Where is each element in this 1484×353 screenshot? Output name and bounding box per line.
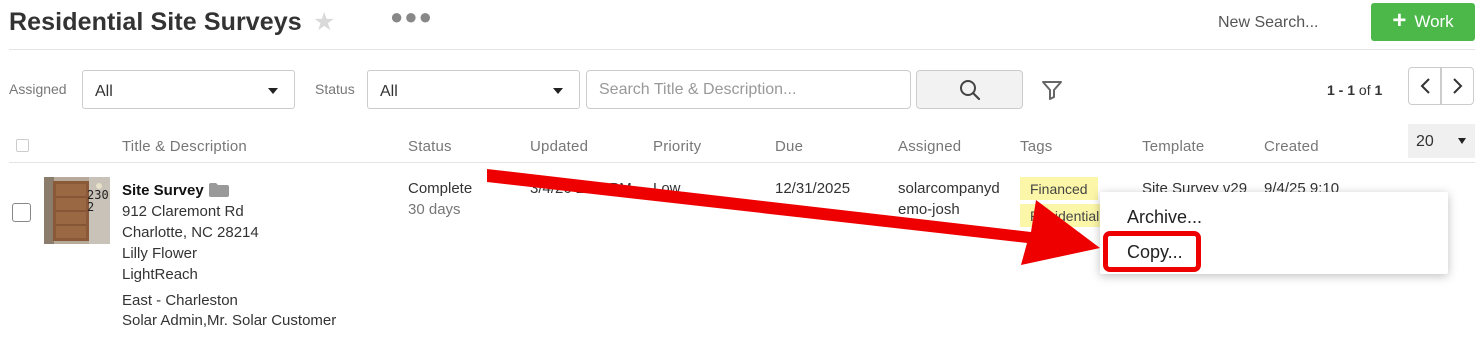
assigned-select[interactable]: All — [82, 70, 295, 109]
column-header-due[interactable]: Due — [775, 138, 803, 155]
pagination-total: 1 — [1374, 82, 1383, 98]
house-door-photo[interactable]: 2302 — [44, 177, 110, 244]
column-header-updated[interactable]: Updated — [530, 138, 588, 155]
tag-financed[interactable]: Financed — [1020, 177, 1098, 200]
assigned-label: Assigned — [9, 81, 67, 97]
select-all-checkbox[interactable] — [16, 139, 29, 152]
row-region: East - Charleston — [122, 292, 238, 309]
header-divider — [9, 49, 1475, 50]
page-title: Residential Site Surveys — [9, 8, 302, 36]
pagination-text: 1 - 1 of 1 — [1327, 82, 1382, 98]
page-size-select[interactable]: 20 — [1408, 124, 1475, 158]
row-assigned-line-2: emo-josh — [898, 201, 960, 218]
column-header-created[interactable]: Created — [1264, 138, 1319, 155]
column-header-title[interactable]: Title & Description — [122, 138, 247, 155]
row-checkbox[interactable] — [12, 203, 31, 222]
row-roles: Solar Admin,Mr. Solar Customer — [122, 312, 337, 329]
column-header-priority[interactable]: Priority — [653, 138, 701, 155]
row-contact: Lilly Flower — [122, 245, 198, 262]
row-status-age: 30 days — [408, 201, 461, 218]
column-header-tags[interactable]: Tags — [1020, 138, 1053, 155]
prev-page-button[interactable] — [1408, 67, 1441, 105]
search-button[interactable] — [916, 70, 1023, 109]
caret-down-icon — [1458, 138, 1466, 144]
pagination-of: of — [1358, 82, 1371, 98]
pagination-range: 1 - 1 — [1327, 82, 1356, 98]
row-address-line-1: 912 Claremont Rd — [122, 203, 244, 220]
folder-icon[interactable] — [209, 183, 229, 202]
add-work-button[interactable]: + Work — [1371, 3, 1475, 41]
header-divider — [9, 162, 1475, 163]
next-page-button[interactable] — [1441, 67, 1474, 105]
row-assigned-line-1: solarcompanyd — [898, 180, 1000, 197]
column-header-assigned[interactable]: Assigned — [898, 138, 961, 155]
plus-icon: + — [1392, 6, 1407, 34]
funnel-icon[interactable] — [1041, 79, 1063, 106]
new-search-link[interactable]: New Search... — [1218, 14, 1318, 32]
house-number: 2302 — [87, 188, 109, 214]
chevron-right-icon — [1452, 78, 1462, 94]
row-address-line-2: Charlotte, NC 28214 — [122, 224, 259, 241]
status-select-value: All — [380, 83, 398, 100]
caret-down-icon — [268, 88, 278, 94]
search-icon — [959, 79, 980, 100]
column-header-status[interactable]: Status — [408, 138, 452, 155]
row-title[interactable]: Site Survey — [122, 182, 204, 199]
chevron-left-icon — [1420, 78, 1430, 94]
annotation-highlight-box — [1103, 231, 1201, 272]
row-updated: 3/4/26 2:24 PM — [530, 180, 632, 197]
row-priority: Low — [653, 180, 681, 197]
column-header-template[interactable]: Template — [1142, 138, 1204, 155]
assigned-select-value: All — [95, 83, 113, 100]
star-icon[interactable]: ★ — [313, 10, 335, 35]
menu-item-archive[interactable]: Archive... — [1127, 207, 1202, 228]
row-company: LightReach — [122, 266, 198, 283]
status-label: Status — [315, 81, 355, 97]
caret-down-icon — [553, 88, 563, 94]
more-dots-icon[interactable]: ●●● — [390, 6, 433, 28]
search-input[interactable]: Search Title & Description... — [586, 70, 911, 109]
tag-residential[interactable]: Residential — [1020, 204, 1110, 227]
row-due: 12/31/2025 — [775, 180, 851, 197]
work-button-label: Work — [1414, 12, 1454, 31]
row-status: Complete — [408, 180, 473, 197]
status-select[interactable]: All — [367, 70, 580, 109]
page-size-value: 20 — [1416, 133, 1434, 150]
